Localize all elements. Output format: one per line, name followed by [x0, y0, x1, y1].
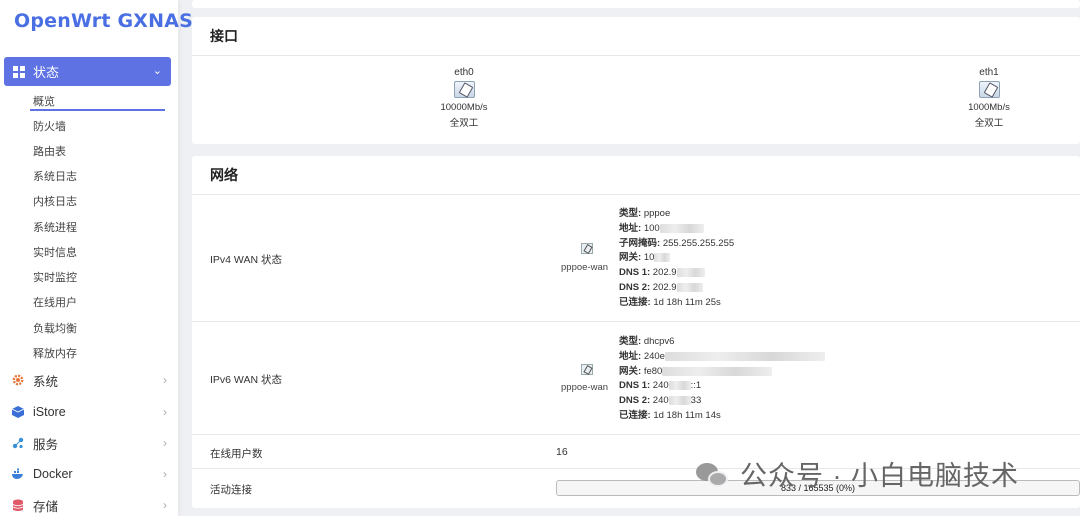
- menu-system-label: 系统: [33, 374, 59, 389]
- gear-icon: [12, 374, 24, 386]
- menu-istore-label: iStore: [33, 405, 66, 419]
- ipv4-wan-row: IPv4 WAN 状态 pppoe-wan 类型: pppoe 地址: 100 …: [192, 195, 1080, 322]
- sub-item-realtime-info[interactable]: 实时信息: [33, 244, 77, 260]
- sub-item-syslog[interactable]: 系统日志: [33, 168, 77, 184]
- interface-duplex: 全双工: [449, 118, 479, 129]
- sub-item-realtime-monitor[interactable]: 实时监控: [33, 269, 77, 285]
- sub-item-load-balance[interactable]: 负载均衡: [33, 320, 77, 336]
- menu-status-label: 状态: [33, 65, 60, 80]
- ipv4-wan-label: IPv4 WAN 状态: [210, 254, 282, 266]
- online-users-label: 在线用户数: [210, 448, 263, 460]
- menu-docker-label: Docker: [33, 467, 73, 481]
- chevron-right-icon: ›: [163, 467, 167, 481]
- sub-item-kernel-log[interactable]: 内核日志: [33, 193, 77, 209]
- database-icon: [12, 499, 24, 511]
- interface-name: eth0: [454, 67, 474, 78]
- watermark-text: 公众号 · 小白电脑技术: [740, 461, 1019, 491]
- menu-services-label: 服务: [33, 437, 59, 452]
- menu-istore[interactable]: iStore ›: [12, 402, 167, 422]
- active-underline: [30, 109, 165, 111]
- network-interface-icon: [581, 243, 593, 254]
- menu-docker[interactable]: Docker ›: [12, 464, 167, 484]
- interface-name: eth1: [979, 67, 999, 78]
- sub-item-online-users[interactable]: 在线用户: [33, 294, 77, 310]
- interface-eth0[interactable]: eth0 10000Mb/s 全双工: [420, 67, 508, 129]
- interfaces-card: 接口 eth0 10000Mb/s 全双工 eth1 1000Mb/s 全双工: [192, 17, 1080, 144]
- previous-card-bottom: [192, 0, 1080, 8]
- menu-services[interactable]: 服务 ›: [12, 433, 167, 453]
- sub-item-processes[interactable]: 系统进程: [33, 219, 77, 235]
- brand-logo: OpenWrt GXNAS: [14, 10, 193, 32]
- sub-item-free-memory[interactable]: 释放内存: [33, 345, 77, 361]
- online-users-value: 16: [556, 446, 568, 458]
- watermark: 公众号 · 小白电脑技术: [696, 454, 1019, 493]
- ipv6-wan-row: IPv6 WAN 状态 pppoe-wan 类型: dhcpv6 地址: 240…: [192, 322, 1080, 435]
- ipv4-details: 类型: pppoe 地址: 100 子网掩码: 255.255.255.255 …: [619, 208, 735, 308]
- ipv4-iface-name: pppoe-wan: [561, 262, 609, 273]
- sub-item-routes[interactable]: 路由表: [33, 143, 66, 159]
- interface-speed: 10000Mb/s: [440, 102, 488, 113]
- ethernet-port-icon: [453, 81, 475, 98]
- chevron-right-icon: ›: [163, 405, 167, 419]
- docker-whale-icon: [12, 468, 23, 479]
- sidebar: OpenWrt GXNAS 状态 ⌄ 概览 防火墙 路由表 系统日志 内核日志 …: [0, 0, 193, 516]
- chevron-right-icon: ›: [163, 373, 167, 387]
- ipv6-iface-name: pppoe-wan: [561, 382, 609, 393]
- cube-icon: [12, 406, 24, 418]
- menu-storage[interactable]: 存储 ›: [12, 495, 167, 515]
- wechat-icon: [696, 461, 730, 487]
- active-connections-label: 活动连接: [210, 484, 252, 496]
- sub-item-overview[interactable]: 概览: [33, 93, 55, 109]
- ethernet-port-icon: [978, 81, 1000, 98]
- chevron-down-icon: ⌄: [152, 65, 162, 77]
- ipv6-wan-label: IPv6 WAN 状态: [210, 374, 282, 386]
- interface-duplex: 全双工: [974, 118, 1004, 129]
- interface-speed: 1000Mb/s: [968, 102, 1010, 113]
- chevron-right-icon: ›: [163, 498, 167, 512]
- menu-system[interactable]: 系统 ›: [12, 370, 167, 390]
- network-interface-icon: [581, 364, 593, 375]
- menu-storage-label: 存储: [33, 499, 59, 514]
- ipv6-details: 类型: dhcpv6 地址: 240e 网关: fe80 DNS 1: 240:…: [619, 335, 825, 424]
- chevron-right-icon: ›: [163, 436, 167, 450]
- menu-status[interactable]: 状态 ⌄: [4, 57, 171, 86]
- interface-eth1[interactable]: eth1 1000Mb/s 全双工: [945, 67, 1033, 129]
- interfaces-title: 接口: [192, 17, 1080, 56]
- share-icon: [12, 437, 24, 449]
- sub-item-firewall[interactable]: 防火墙: [33, 118, 66, 134]
- network-title: 网络: [192, 156, 1080, 195]
- dashboard-grid-icon: [13, 65, 25, 78]
